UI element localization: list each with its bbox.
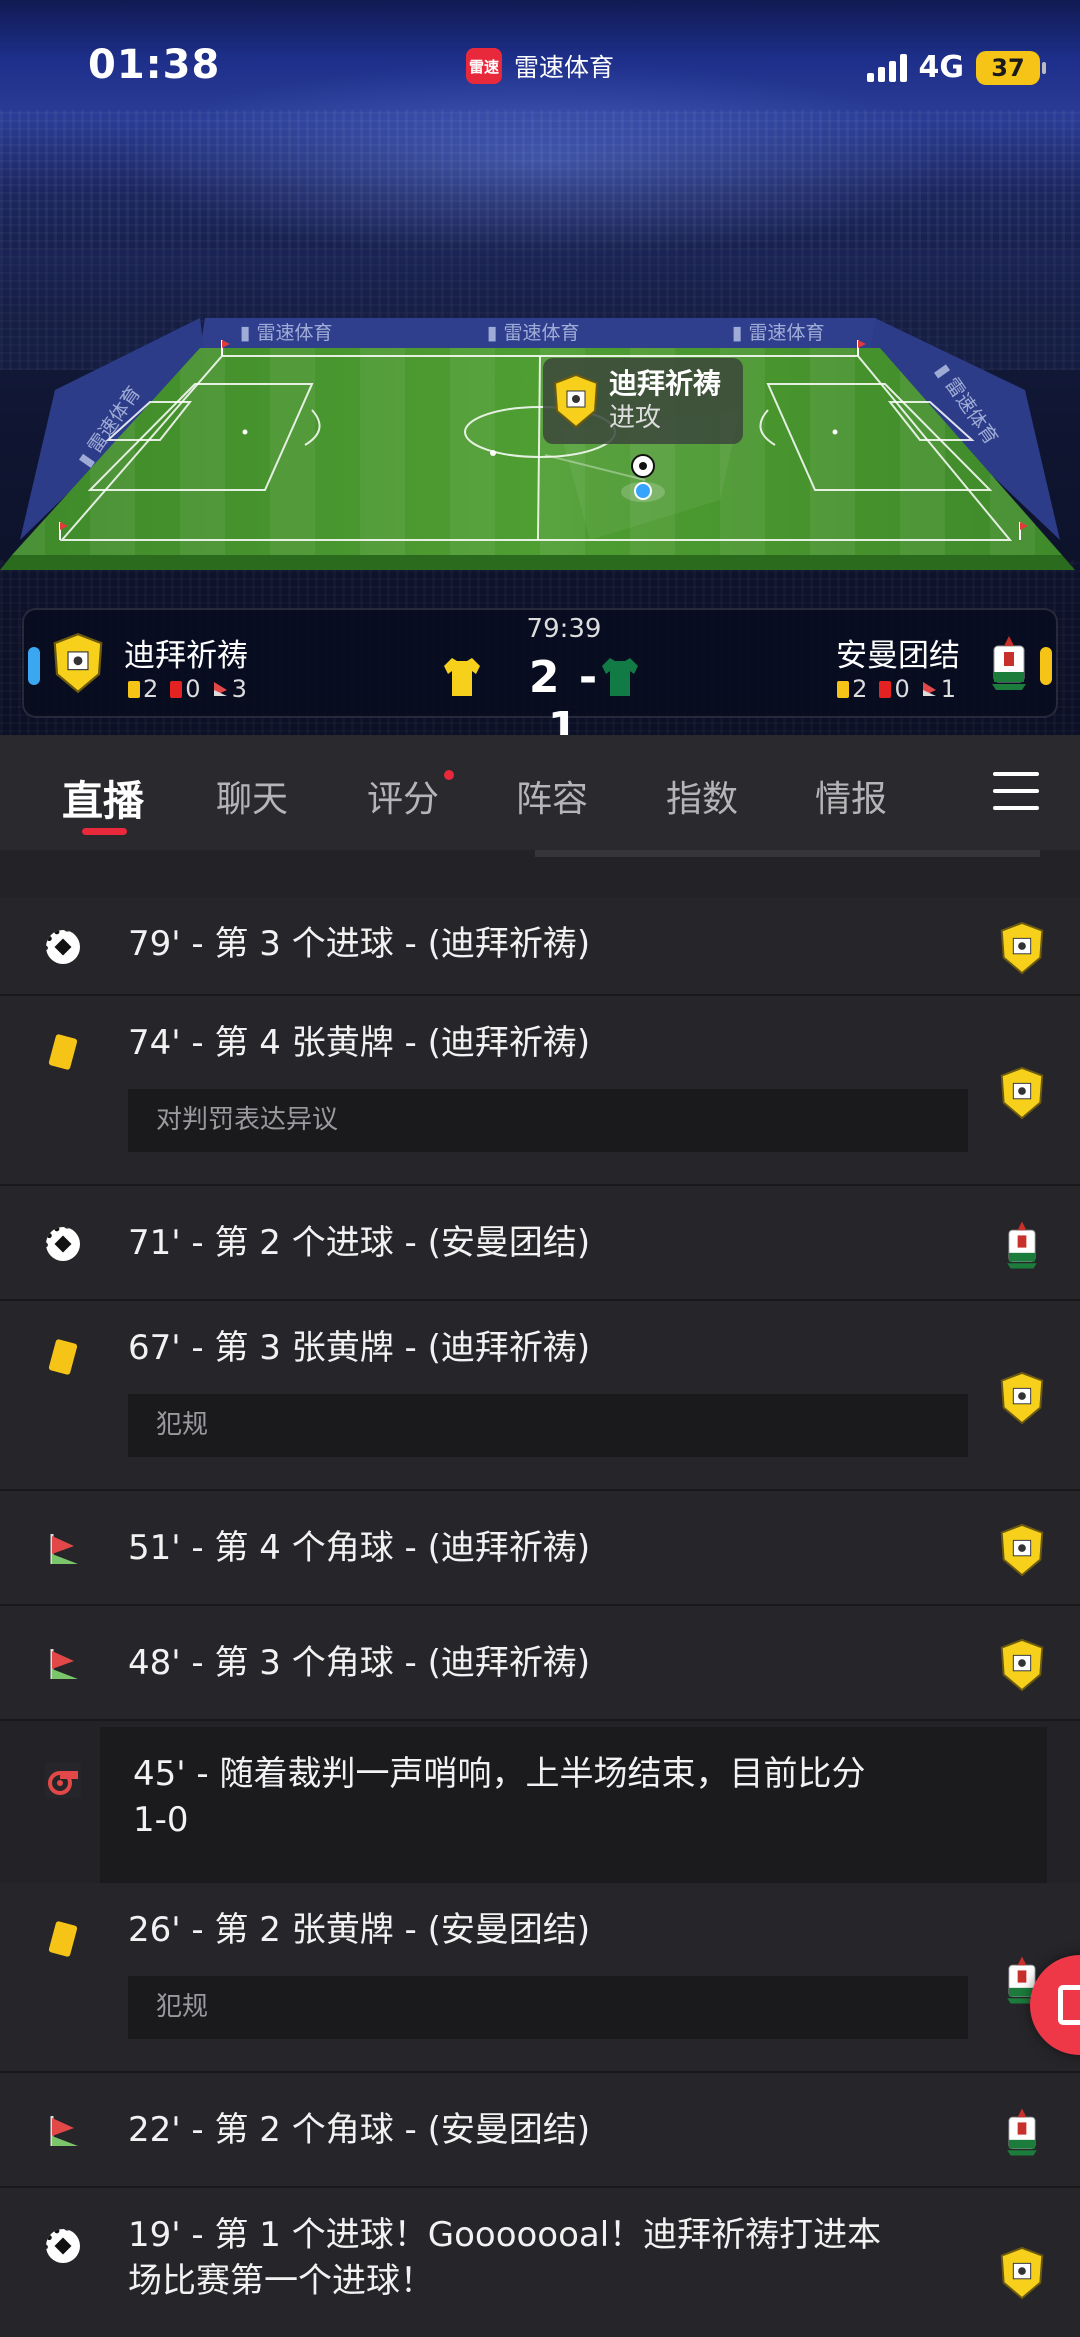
- goal-icon: [45, 1226, 81, 1262]
- tab-live[interactable]: 直播: [62, 767, 144, 827]
- home-team-badge-icon: [1000, 1523, 1044, 1577]
- ad-board-text: ▮ 雷速体育: [487, 322, 580, 344]
- home-team-badge-icon: [1000, 1371, 1044, 1425]
- home-team-logo-icon[interactable]: [50, 632, 106, 694]
- home-yellow-count: 2: [143, 675, 159, 703]
- away-team-badge-icon: [1007, 1221, 1037, 1269]
- home-team-badge-icon: [1000, 921, 1044, 975]
- edit-icon: [1058, 1985, 1080, 2025]
- attack-popup-action: 进攻: [609, 403, 662, 433]
- event-row[interactable]: 19' - 第 1 个进球！Gooooooal！迪拜祈祷打进本 场比赛第一个进球…: [0, 2188, 1080, 2337]
- away-team-name[interactable]: 安曼团结: [836, 630, 960, 675]
- event-row[interactable]: 79' - 第 3 个进球 - (迪拜祈祷): [0, 897, 1080, 996]
- event-text: 67' - 第 3 张黄牌 - (迪拜祈祷): [128, 1328, 591, 1368]
- tab-chat[interactable]: 聊天: [216, 770, 288, 822]
- event-row[interactable]: 26' - 第 2 张黄牌 - (安曼团结) 犯规: [0, 1883, 1080, 2073]
- event-text-line2: 场比赛第一个进球！: [128, 2261, 434, 2301]
- tab-rating[interactable]: 评分: [367, 770, 439, 822]
- event-note: 犯规: [128, 1976, 968, 2039]
- event-text: 51' - 第 4 个角球 - (迪拜祈祷): [128, 1528, 591, 1568]
- home-team-stats: 2 0 3: [128, 675, 247, 703]
- home-side-indicator: [28, 647, 40, 685]
- match-header: 01:38 雷速 雷速体育 4G 37 ▮ 雷速体育 ▮ 雷速体育 ▮ 雷速体育…: [0, 0, 1080, 735]
- goal-icon: [45, 929, 81, 965]
- away-side-indicator: [1040, 647, 1052, 685]
- red-card-icon: [170, 680, 183, 698]
- match-clock: 79:39: [526, 614, 602, 644]
- yellow-card-icon: [837, 680, 850, 698]
- corner-flag-icon: [45, 2113, 81, 2149]
- away-team-stats: 2 0 1: [837, 675, 956, 703]
- home-corner-count: 3: [231, 675, 247, 703]
- ad-board-text: ▮ 雷速体育: [240, 322, 333, 344]
- event-text: 48' - 第 3 个角球 - (迪拜祈祷): [128, 1643, 591, 1683]
- away-corner-count: 1: [940, 675, 956, 703]
- event-text: 45' - 随着裁判一声哨响，上半场结束，目前比分: [133, 1754, 866, 1794]
- away-team-badge-icon: [1007, 2108, 1037, 2156]
- home-team-badge-icon: [1000, 2246, 1044, 2300]
- event-row[interactable]: 48' - 第 3 个角球 - (迪拜祈祷): [0, 1606, 1080, 1721]
- event-row[interactable]: 71' - 第 2 个进球 - (安曼团结): [0, 1186, 1080, 1301]
- home-shirt-icon: [444, 658, 480, 696]
- corner-flag-icon: [922, 682, 936, 696]
- home-team-crest-icon: [553, 373, 599, 429]
- yellow-card-icon: [45, 1033, 81, 1071]
- event-row[interactable]: 22' - 第 2 个角球 - (安曼团结): [0, 2073, 1080, 2188]
- live-event-feed: 79' - 第 3 个进球 - (迪拜祈祷) 74' - 第 4 张黄牌 - (…: [0, 850, 1080, 2337]
- corner-flag-icon: [45, 1646, 81, 1682]
- home-team-badge-icon: [1000, 1638, 1044, 1692]
- yellow-card-icon: [45, 1338, 81, 1376]
- event-note: 犯规: [128, 1394, 968, 1457]
- event-row[interactable]: 74' - 第 4 张黄牌 - (迪拜祈祷) 对判罚表达异议: [0, 996, 1080, 1186]
- event-row-halftime[interactable]: 45' - 随着裁判一声哨响，上半场结束，目前比分 1-0: [100, 1727, 1047, 1883]
- event-text-line2: 1-0: [133, 1800, 189, 1840]
- event-text: 71' - 第 2 个进球 - (安曼团结): [128, 1223, 591, 1263]
- tab-lineup[interactable]: 阵容: [516, 770, 588, 822]
- corner-flag-icon: [213, 682, 227, 696]
- yellow-card-icon: [128, 680, 140, 698]
- away-team-logo-icon[interactable]: [986, 632, 1032, 694]
- feed-top-divider: [535, 850, 1040, 857]
- home-red-count: 0: [185, 675, 201, 703]
- notification-dot: [444, 770, 454, 780]
- event-note: 对判罚表达异议: [128, 1089, 968, 1152]
- event-row[interactable]: 67' - 第 3 张黄牌 - (迪拜祈祷) 犯规: [0, 1301, 1080, 1491]
- score-bar: 迪拜祈祷 2 0 3 79:39 2 - 1 安曼团结 2 0 1: [22, 608, 1058, 735]
- event-text: 26' - 第 2 张黄牌 - (安曼团结): [128, 1910, 591, 1950]
- tab-bar: 直播 聊天 评分 阵容 指数 情报: [0, 735, 1080, 850]
- menu-icon[interactable]: [993, 772, 1039, 812]
- home-team-badge-icon: [1000, 1066, 1044, 1120]
- attack-popup: 迪拜祈祷 进攻: [543, 358, 743, 444]
- ball-position-marker: [634, 482, 652, 500]
- red-card-icon: [879, 680, 892, 698]
- home-team-name[interactable]: 迪拜祈祷: [124, 630, 248, 675]
- goal-icon: [45, 2228, 81, 2264]
- yellow-card-icon: [45, 1920, 81, 1958]
- away-red-count: 0: [894, 675, 910, 703]
- whistle-icon: [45, 1762, 81, 1798]
- event-text: 74' - 第 4 张黄牌 - (迪拜祈祷): [128, 1023, 591, 1063]
- ad-board-text: ▮ 雷速体育: [732, 322, 825, 344]
- active-tab-indicator: [82, 828, 127, 835]
- event-row[interactable]: 51' - 第 4 个角球 - (迪拜祈祷): [0, 1491, 1080, 1606]
- away-yellow-count: 2: [852, 675, 868, 703]
- tab-intel[interactable]: 情报: [815, 770, 887, 822]
- attack-popup-team: 迪拜祈祷: [609, 367, 722, 400]
- away-shirt-icon: [602, 658, 638, 696]
- event-text: 19' - 第 1 个进球！Gooooooal！迪拜祈祷打进本: [128, 2215, 882, 2255]
- event-text: 22' - 第 2 个角球 - (安曼团结): [128, 2110, 591, 2150]
- event-text: 79' - 第 3 个进球 - (迪拜祈祷): [128, 924, 591, 964]
- corner-flag-icon: [45, 1531, 81, 1567]
- tab-odds[interactable]: 指数: [666, 770, 738, 822]
